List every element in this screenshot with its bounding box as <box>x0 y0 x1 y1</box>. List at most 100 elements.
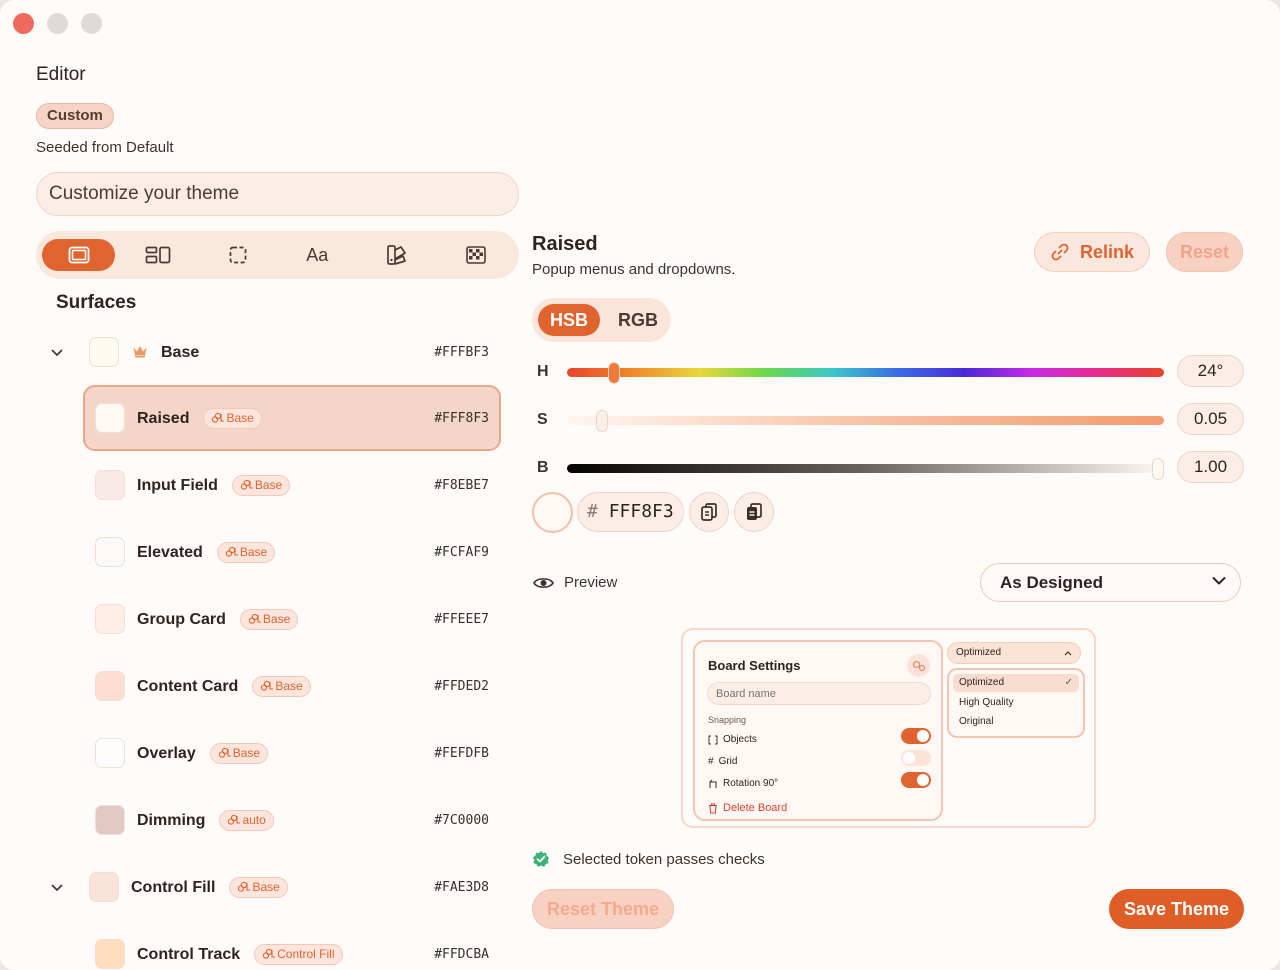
token-swatch[interactable] <box>95 537 125 567</box>
token-row-content-card[interactable]: Content Card Base #FFDED2 <box>36 653 506 720</box>
token-swatch[interactable] <box>95 403 125 433</box>
link-badge[interactable]: Base <box>203 408 262 429</box>
link-icon <box>212 412 225 423</box>
token-row-overlay[interactable]: Overlay Base #FEFDFB <box>36 720 506 787</box>
detail-title: Raised <box>532 233 598 255</box>
token-row-elevated[interactable]: Elevated Base #FCFAF9 <box>36 519 506 586</box>
tab-surfaces[interactable] <box>42 239 115 271</box>
token-swatch[interactable] <box>95 805 125 835</box>
hue-label: H <box>537 363 549 380</box>
link-badge[interactable]: Base <box>252 676 311 697</box>
brightness-track[interactable] <box>567 464 1164 473</box>
save-theme-button[interactable]: Save Theme <box>1109 889 1244 929</box>
close-window-button[interactable] <box>13 13 34 34</box>
link-badge[interactable]: auto <box>219 810 274 831</box>
token-swatch[interactable] <box>89 337 119 367</box>
checks-text: Selected token passes checks <box>563 850 765 868</box>
check-badge-icon <box>533 851 549 867</box>
token-row-raised[interactable]: Raised Base #FFF8F3 <box>36 385 506 452</box>
link-badge-label: Base <box>226 411 254 425</box>
mode-hsb[interactable]: HSB <box>538 304 601 336</box>
token-swatch[interactable] <box>95 738 125 768</box>
link-badge[interactable]: Control Fill <box>254 944 343 965</box>
link-badge[interactable]: Base <box>229 877 288 898</box>
tab-pattern[interactable] <box>440 239 513 271</box>
quality-option-original[interactable]: Original <box>953 713 1079 731</box>
option-grid: # Grid <box>708 756 737 767</box>
token-label: Elevated <box>137 544 203 561</box>
detail-subtitle: Popup menus and dropdowns. <box>532 261 736 278</box>
chevron-down-icon <box>1212 577 1226 585</box>
reset-button[interactable]: Reset <box>1166 232 1243 272</box>
window-controls <box>13 13 102 34</box>
reset-theme-button[interactable]: Reset Theme <box>532 889 674 929</box>
token-hex: #FFFBF3 <box>434 345 489 360</box>
grid-toggle[interactable] <box>901 750 931 766</box>
saturation-thumb[interactable] <box>596 410 609 432</box>
saturation-value[interactable]: 0.05 <box>1177 403 1244 435</box>
token-swatch[interactable] <box>89 872 119 902</box>
token-row-control-fill[interactable]: Control Fill Base #FAE3D8 <box>36 854 506 921</box>
token-row-dimming[interactable]: Dimming auto #7C0000 <box>36 787 506 854</box>
theme-name-input[interactable] <box>36 172 519 216</box>
quality-select-value: Optimized <box>956 647 1002 658</box>
token-hex: #FEFDFB <box>434 746 489 761</box>
board-settings-gear[interactable] <box>907 654 930 677</box>
tab-typography[interactable]: Aa <box>281 239 354 271</box>
board-settings-panel: Board Settings Snapping Objects # Grid R… <box>693 640 943 821</box>
paste-button[interactable] <box>734 492 774 532</box>
tab-palette[interactable] <box>360 239 433 271</box>
chevron-down-icon[interactable] <box>50 881 64 895</box>
delete-board-button[interactable]: Delete Board <box>708 802 787 814</box>
brightness-thumb[interactable] <box>1152 458 1164 480</box>
preview-mode-select[interactable]: As Designed <box>980 563 1241 602</box>
saturation-track[interactable] <box>567 416 1164 425</box>
hue-value[interactable]: 24° <box>1177 355 1244 387</box>
link-icon <box>261 680 274 691</box>
maximize-window-button[interactable] <box>81 13 102 34</box>
copy-button[interactable] <box>689 492 729 532</box>
mode-rgb[interactable]: RGB <box>606 304 670 336</box>
tab-border[interactable] <box>201 239 274 271</box>
token-swatch[interactable] <box>95 939 125 969</box>
color-preview-swatch[interactable] <box>532 492 573 533</box>
quality-option-optimized[interactable]: Optimized ✓ <box>953 674 1079 692</box>
token-swatch[interactable] <box>95 470 125 500</box>
preview-canvas: Board Settings Snapping Objects # Grid R… <box>681 628 1096 828</box>
token-swatch[interactable] <box>95 604 125 634</box>
tab-layout[interactable] <box>122 239 195 271</box>
token-row-group-card[interactable]: Group Card Base #FFEEE7 <box>36 586 506 653</box>
link-badge[interactable]: Base <box>216 542 276 563</box>
hex-input[interactable]: # FFF8F3 <box>577 492 684 532</box>
hex-value: FFF8F3 <box>608 501 674 522</box>
minimize-window-button[interactable] <box>47 13 68 34</box>
link-badge[interactable]: Base <box>209 743 269 764</box>
hue-track[interactable] <box>567 368 1164 377</box>
quality-option-high-quality[interactable]: High Quality <box>953 694 1079 712</box>
link-icon <box>228 814 241 825</box>
token-row-input-field[interactable]: Input Field Base #F8EBE7 <box>36 452 506 519</box>
hue-thumb[interactable] <box>607 362 620 384</box>
token-label: Dimming <box>137 812 206 829</box>
link-badge[interactable]: Base <box>231 475 291 496</box>
board-name-input[interactable] <box>707 682 931 705</box>
token-hex: #FAE3D8 <box>434 880 489 895</box>
token-row-base[interactable]: Base #FFFBF3 <box>36 319 506 386</box>
chevron-down-icon[interactable] <box>50 346 64 360</box>
quality-select[interactable]: Optimized <box>947 642 1081 664</box>
token-hex: #7C0000 <box>434 813 489 828</box>
link-icon <box>240 479 253 490</box>
link-badge-label: Base <box>252 880 280 894</box>
brightness-slider-row: B 1.00 <box>532 451 1244 487</box>
copy-icon <box>701 503 717 521</box>
token-row-control-track[interactable]: Control Track Control Fill #FFDCBA <box>36 921 506 970</box>
link-badge[interactable]: Base <box>239 609 299 630</box>
token-swatch[interactable] <box>95 671 125 701</box>
snapping-heading: Snapping <box>708 715 747 725</box>
saturation-slider-row: S 0.05 <box>532 403 1244 439</box>
seeded-text: Seeded from Default <box>36 139 174 156</box>
relink-button[interactable]: Relink <box>1034 232 1150 272</box>
rotation-toggle[interactable] <box>901 772 931 788</box>
objects-toggle[interactable] <box>901 728 931 744</box>
brightness-value[interactable]: 1.00 <box>1177 451 1244 483</box>
